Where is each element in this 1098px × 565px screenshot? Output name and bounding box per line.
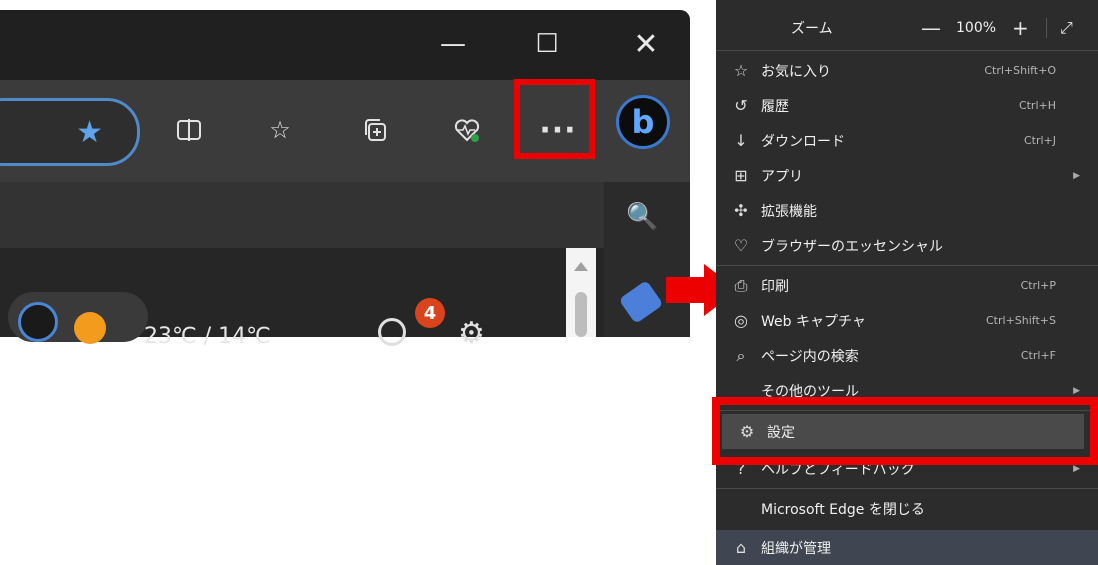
shopping-tag-icon[interactable] xyxy=(618,279,664,325)
menu-item-shortcut: Ctrl+Shift+O xyxy=(984,64,1056,77)
weather-text[interactable]: 23℃ / 14℃ xyxy=(144,324,271,349)
star-icon[interactable]: ★ xyxy=(76,115,103,150)
menu-item-browser-essentials[interactable]: ♡ ブラウザーのエッセンシャル xyxy=(716,228,1098,263)
menu-item-shortcut: Ctrl+P xyxy=(1020,279,1056,292)
address-bar[interactable]: ★ xyxy=(0,98,140,166)
menu-item-find-on-page[interactable]: ⌕ ページ内の検索 Ctrl+F xyxy=(716,338,1098,373)
page-settings-gear-icon[interactable]: ⚙ xyxy=(458,316,485,351)
menu-item-shortcut: Ctrl+Shift+S xyxy=(986,314,1056,327)
notification-bell-icon[interactable] xyxy=(378,318,406,346)
menu-item-label: 組織が管理 xyxy=(761,540,831,557)
menu-item-label: お気に入り xyxy=(761,63,831,80)
chevron-right-icon: ▶ xyxy=(1073,385,1080,396)
notification-badge: 4 xyxy=(415,298,445,328)
minimize-button[interactable]: — xyxy=(433,24,473,64)
essentials-icon: ♡ xyxy=(733,236,749,255)
more-button-highlight xyxy=(514,79,595,159)
fullscreen-button[interactable]: ⤢ xyxy=(1060,18,1073,38)
menu-item-label: 履歴 xyxy=(761,98,789,115)
favorites-icon[interactable]: ☆ xyxy=(260,110,300,150)
menu-item-apps[interactable]: ⊞ アプリ ▶ xyxy=(716,158,1098,193)
scroll-thumb[interactable] xyxy=(575,292,587,337)
menu-item-label: ブラウザーのエッセンシャル xyxy=(761,238,943,255)
maximize-button[interactable]: ☐ xyxy=(527,24,567,64)
menu-item-print[interactable]: ⎙ 印刷 Ctrl+P xyxy=(716,268,1098,303)
title-bar: — ☐ ✕ xyxy=(0,10,690,80)
menu-item-label: ページ内の検索 xyxy=(761,348,859,365)
menu-item-label: アプリ xyxy=(761,168,803,185)
extensions-icon: ✣ xyxy=(734,201,748,220)
menu-item-label: Microsoft Edge を閉じる xyxy=(761,501,925,518)
collections-icon[interactable] xyxy=(355,110,395,150)
download-icon: ↓ xyxy=(734,131,748,150)
content-header xyxy=(0,182,604,248)
chevron-right-icon: ▶ xyxy=(1073,170,1080,181)
browser-window: — ☐ ✕ ★ ☆ ··· 🔍 xyxy=(0,10,690,337)
settings-highlight xyxy=(712,397,1098,465)
menu-item-history[interactable]: ↺ 履歴 Ctrl+H xyxy=(716,88,1098,123)
menu-separator xyxy=(716,488,1098,489)
apps-icon: ⊞ xyxy=(734,166,748,185)
menu-item-favorites[interactable]: ☆ お気に入り Ctrl+Shift+O xyxy=(716,53,1098,88)
zoom-value: 100% xyxy=(956,19,997,36)
menu-item-label: 拡張機能 xyxy=(761,203,817,220)
menu-item-label: 印刷 xyxy=(761,278,789,295)
rewards-icon[interactable] xyxy=(74,312,106,344)
sidebar: 🔍 xyxy=(604,182,690,337)
menu-item-shortcut: Ctrl+H xyxy=(1018,99,1056,112)
search-icon[interactable]: 🔍 xyxy=(626,202,658,232)
scrollbar[interactable] xyxy=(566,248,596,337)
chevron-right-icon: ▶ xyxy=(1073,463,1080,474)
menu-separator xyxy=(716,265,1098,266)
menu-separator xyxy=(716,50,1098,51)
zoom-label: ズーム xyxy=(791,20,833,37)
zoom-in-button[interactable]: + xyxy=(1012,16,1029,40)
menu-item-label: Web キャプチャ xyxy=(761,313,866,330)
menu-item-shortcut: Ctrl+F xyxy=(1020,349,1056,362)
menu-item-downloads[interactable]: ↓ ダウンロード Ctrl+J xyxy=(716,123,1098,158)
history-icon: ↺ xyxy=(734,96,748,115)
scroll-up-arrow-icon[interactable] xyxy=(574,262,588,271)
web-capture-icon: ◎ xyxy=(734,311,748,330)
menu-item-label: ダウンロード xyxy=(761,133,845,150)
menu-item-web-capture[interactable]: ◎ Web キャプチャ Ctrl+Shift+S xyxy=(716,303,1098,338)
menu-item-close-edge[interactable]: Microsoft Edge を閉じる xyxy=(716,491,1098,526)
print-icon: ⎙ xyxy=(734,275,748,295)
menu-item-shortcut: Ctrl+J xyxy=(1023,134,1056,147)
split-screen-icon[interactable] xyxy=(169,110,209,150)
favorites-icon: ☆ xyxy=(733,61,749,80)
browser-essentials-icon[interactable] xyxy=(447,110,487,150)
find-icon: ⌕ xyxy=(736,345,746,365)
copilot-button[interactable]: b xyxy=(616,95,670,149)
menu-item-managed-by-org[interactable]: ⌂ 組織が管理 xyxy=(716,530,1098,565)
zoom-divider xyxy=(1046,18,1047,38)
close-button[interactable]: ✕ xyxy=(626,24,666,64)
briefcase-icon: ⌂ xyxy=(735,538,747,557)
settings-and-more-menu: ズーム — 100% + ⤢ ☆ お気に入り Ctrl+Shift+O ↺ 履歴… xyxy=(716,0,1098,565)
zoom-row: ズーム — 100% + ⤢ xyxy=(716,10,1098,45)
pointer-arrow-icon xyxy=(666,277,706,303)
zoom-out-button[interactable]: — xyxy=(921,16,941,40)
menu-item-extensions[interactable]: ✣ 拡張機能 xyxy=(716,193,1098,228)
bing-avatar-icon[interactable] xyxy=(18,302,58,342)
